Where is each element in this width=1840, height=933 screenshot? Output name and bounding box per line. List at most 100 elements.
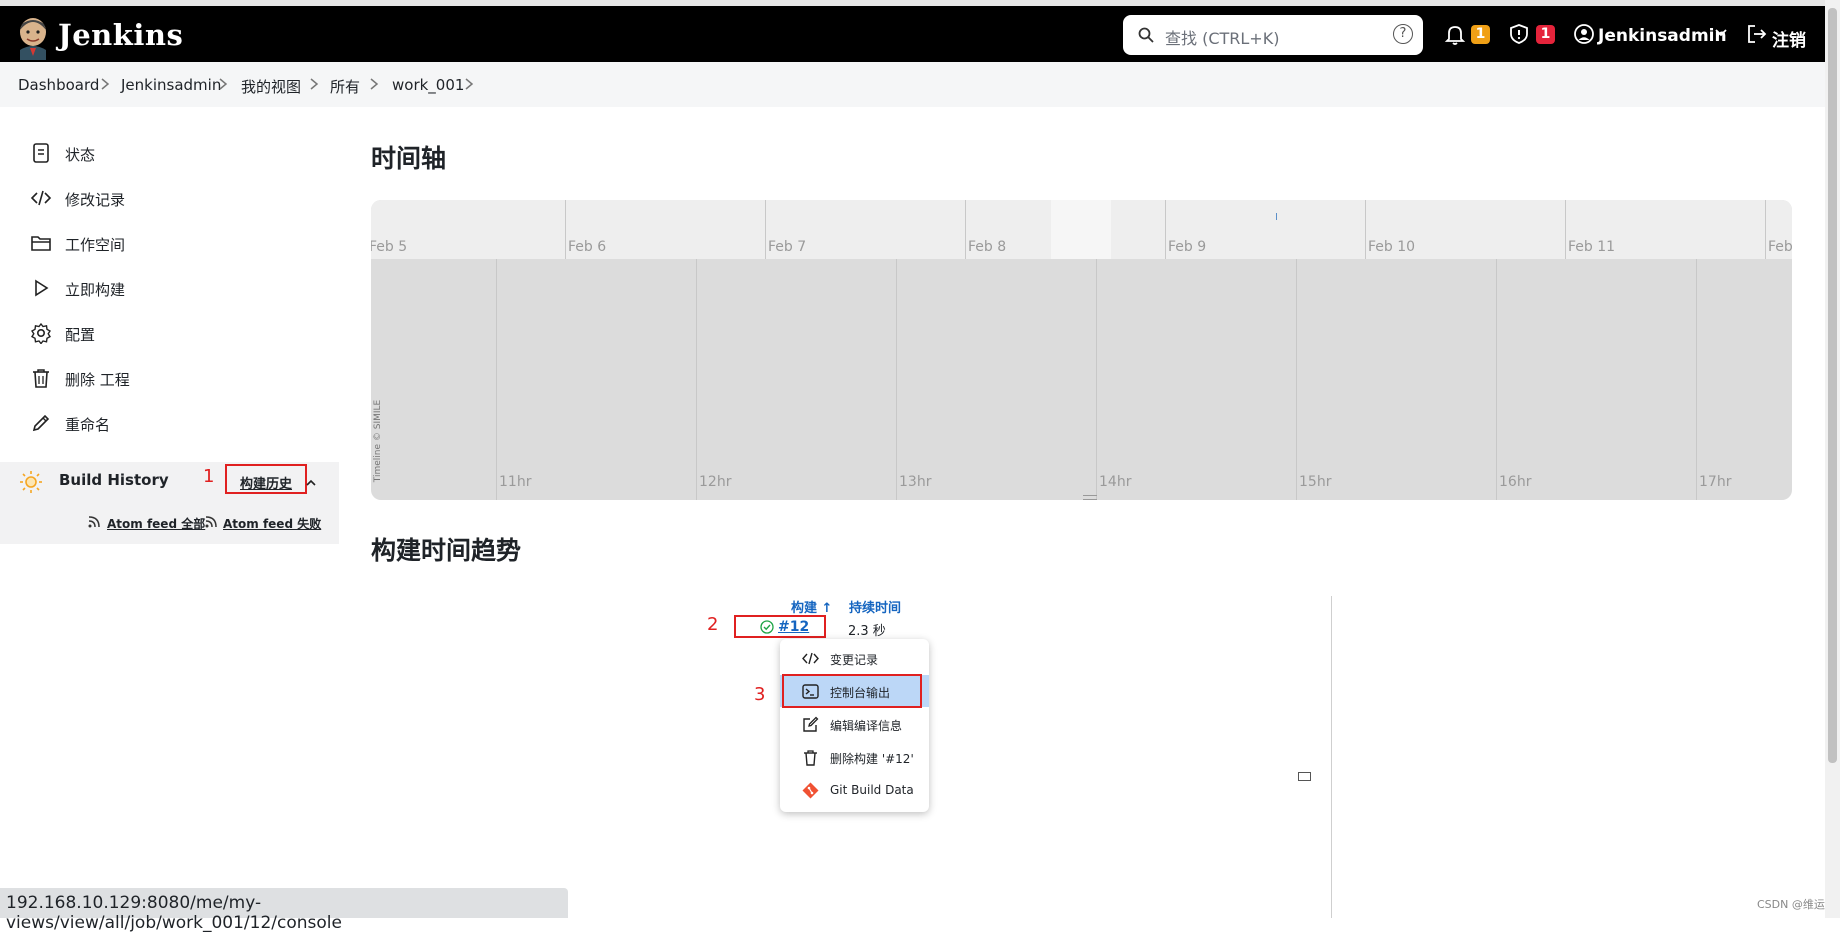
sidebar-item-delete-project[interactable]: 删除 工程 [30, 363, 330, 393]
timeline-widget[interactable]: Feb 5 Feb 6 Feb 7 Feb 8 Feb 9 Feb 10 Feb… [371, 200, 1792, 500]
timeline-day-label: Feb 11 [1568, 239, 1616, 255]
sidebar-item-label: 配置 [65, 326, 96, 344]
sidebar-item-rename[interactable]: 重命名 [30, 408, 330, 438]
timeline-day-label: Feb 8 [968, 239, 1007, 255]
shield-icon[interactable] [1507, 22, 1531, 46]
breadcrumb: Dashboard Jenkinsadmin 我的视图 所有 work_001 [0, 62, 1825, 107]
timeline-gridline [765, 200, 766, 259]
sidebar-item-workspace[interactable]: 工作空间 [30, 228, 330, 258]
link-status-bar: 192.168.10.129:8080/me/my-views/view/all… [0, 888, 568, 933]
logout-button[interactable]: 注销 [1772, 26, 1806, 51]
user-icon[interactable] [1572, 22, 1596, 46]
timeline-hour-label: 13hr [899, 474, 932, 490]
menu-item-delete-build[interactable]: 删除构建 '#12' [780, 741, 929, 773]
breadcrumb-job[interactable]: work_001 [392, 76, 464, 94]
rss-icon [88, 516, 100, 528]
chevron-up-icon[interactable] [305, 477, 317, 489]
help-icon[interactable]: ? [1393, 24, 1413, 44]
annotation-number: 3 [754, 684, 766, 705]
menu-item-edit-build-info[interactable]: 编辑编译信息 [780, 708, 929, 740]
breadcrumb-dashboard[interactable]: Dashboard [18, 76, 99, 94]
timeline-gridline [1296, 259, 1297, 500]
scrollbar-thumb[interactable] [1828, 8, 1837, 763]
breadcrumb-my-views[interactable]: 我的视图 [241, 76, 301, 97]
play-icon [35, 279, 49, 297]
menu-item-git-build-data[interactable]: Git Build Data [780, 774, 929, 806]
timeline-hour-label: 16hr [1499, 474, 1532, 490]
timeline-gridline [1765, 200, 1766, 259]
folder-icon [31, 236, 51, 251]
search-box[interactable]: 查找 (CTRL+K) ? [1123, 15, 1423, 55]
timeline-event-marker[interactable] [1276, 213, 1277, 220]
timeline-gridline [896, 259, 897, 500]
timeline-heading: 时间轴 [371, 144, 447, 173]
sun-icon [20, 471, 42, 493]
build-history-title: Build History [59, 471, 169, 489]
timeline-resize-handle[interactable] [1083, 495, 1097, 500]
sidebar-item-label: 重命名 [65, 416, 111, 434]
jenkins-logo-icon[interactable] [16, 16, 50, 60]
annotation-box [782, 674, 922, 708]
sidebar-item-status[interactable]: 状态 [30, 138, 330, 168]
timeline-hour-label: 11hr [499, 474, 532, 490]
pencil-icon [32, 414, 50, 432]
chevron-right-icon [101, 78, 110, 90]
timeline-day-label: Feb 7 [768, 239, 807, 255]
trash-icon [33, 369, 49, 388]
menu-item-changes[interactable]: 变更记录 [780, 642, 929, 674]
timeline-gridline [1565, 200, 1566, 259]
annotation-number: 1 [203, 466, 215, 487]
notifications-badge[interactable]: 1 [1471, 25, 1490, 44]
sidebar-item-build-now[interactable]: 立即构建 [30, 273, 330, 303]
build-number-link[interactable]: #12 [778, 619, 809, 635]
search-input[interactable]: 查找 (CTRL+K) [1165, 25, 1279, 49]
sidebar-item-label: 状态 [65, 146, 96, 164]
timeline-gridline [1096, 259, 1097, 500]
timeline-day-label: Feb 9 [1168, 239, 1207, 255]
trash-icon [804, 750, 817, 766]
atom-feed-all-link[interactable]: Atom feed 全部 [107, 515, 205, 532]
status-url: 192.168.10.129:8080/me/my-views/view/all… [6, 893, 342, 933]
chevron-right-icon[interactable] [463, 77, 475, 91]
success-check-icon [760, 620, 774, 634]
timeline-gridline [696, 259, 697, 500]
breadcrumb-user[interactable]: Jenkinsadmin [121, 76, 221, 94]
timeline-highlight [1051, 200, 1111, 259]
chevron-right-icon [370, 78, 379, 90]
timeline-credit: Timeline © SIMILE [373, 399, 384, 483]
trend-column-build[interactable]: 构建 ↑ [791, 597, 832, 616]
trend-column-duration[interactable]: 持续时间 [849, 597, 901, 616]
breadcrumb-all[interactable]: 所有 [330, 76, 360, 97]
build-context-menu: 变更记录 控制台输出 编辑编译信息 删除构建 '#12' Git Build D… [780, 639, 929, 812]
trend-chart-control[interactable] [1298, 772, 1311, 781]
search-icon [1138, 27, 1154, 43]
timeline-hour-label: 12hr [699, 474, 732, 490]
atom-feed-failed-link[interactable]: Atom feed 失败 [223, 515, 321, 532]
chevron-right-icon [219, 78, 228, 90]
timeline-gridline [1165, 200, 1166, 259]
gear-icon [31, 322, 51, 344]
timeline-gridline [1496, 259, 1497, 500]
logout-icon[interactable] [1745, 22, 1769, 46]
menu-item-label: 编辑编译信息 [830, 719, 903, 733]
timeline-hour-label: 15hr [1299, 474, 1332, 490]
chevron-right-icon [310, 78, 319, 90]
bell-icon[interactable] [1443, 22, 1467, 46]
user-menu[interactable]: Jenkinsadmin [1598, 26, 1727, 46]
sidebar-item-label: 工作空间 [65, 236, 126, 254]
build-history-link[interactable]: 构建历史 [240, 473, 292, 492]
timeline-gridline [965, 200, 966, 259]
scrollbar[interactable] [1825, 0, 1840, 918]
sidebar-item-label: 修改记录 [65, 191, 126, 209]
sidebar-item-label: 立即构建 [65, 281, 126, 299]
top-bar: Jenkins 查找 (CTRL+K) ? 1 1 Jenkinsadmin 注… [0, 0, 1825, 62]
chevron-down-icon[interactable] [1714, 26, 1728, 40]
timeline-hour-label: 14hr [1099, 474, 1132, 490]
sidebar-item-configure[interactable]: 配置 [30, 318, 330, 348]
security-badge[interactable]: 1 [1536, 25, 1555, 44]
brand-name[interactable]: Jenkins [58, 18, 183, 52]
timeline-hour-label: 17hr [1699, 474, 1732, 490]
sidebar-item-label: 删除 工程 [65, 371, 130, 389]
sidebar-item-changes[interactable]: 修改记录 [30, 183, 330, 213]
timeline-gridline [496, 259, 497, 500]
